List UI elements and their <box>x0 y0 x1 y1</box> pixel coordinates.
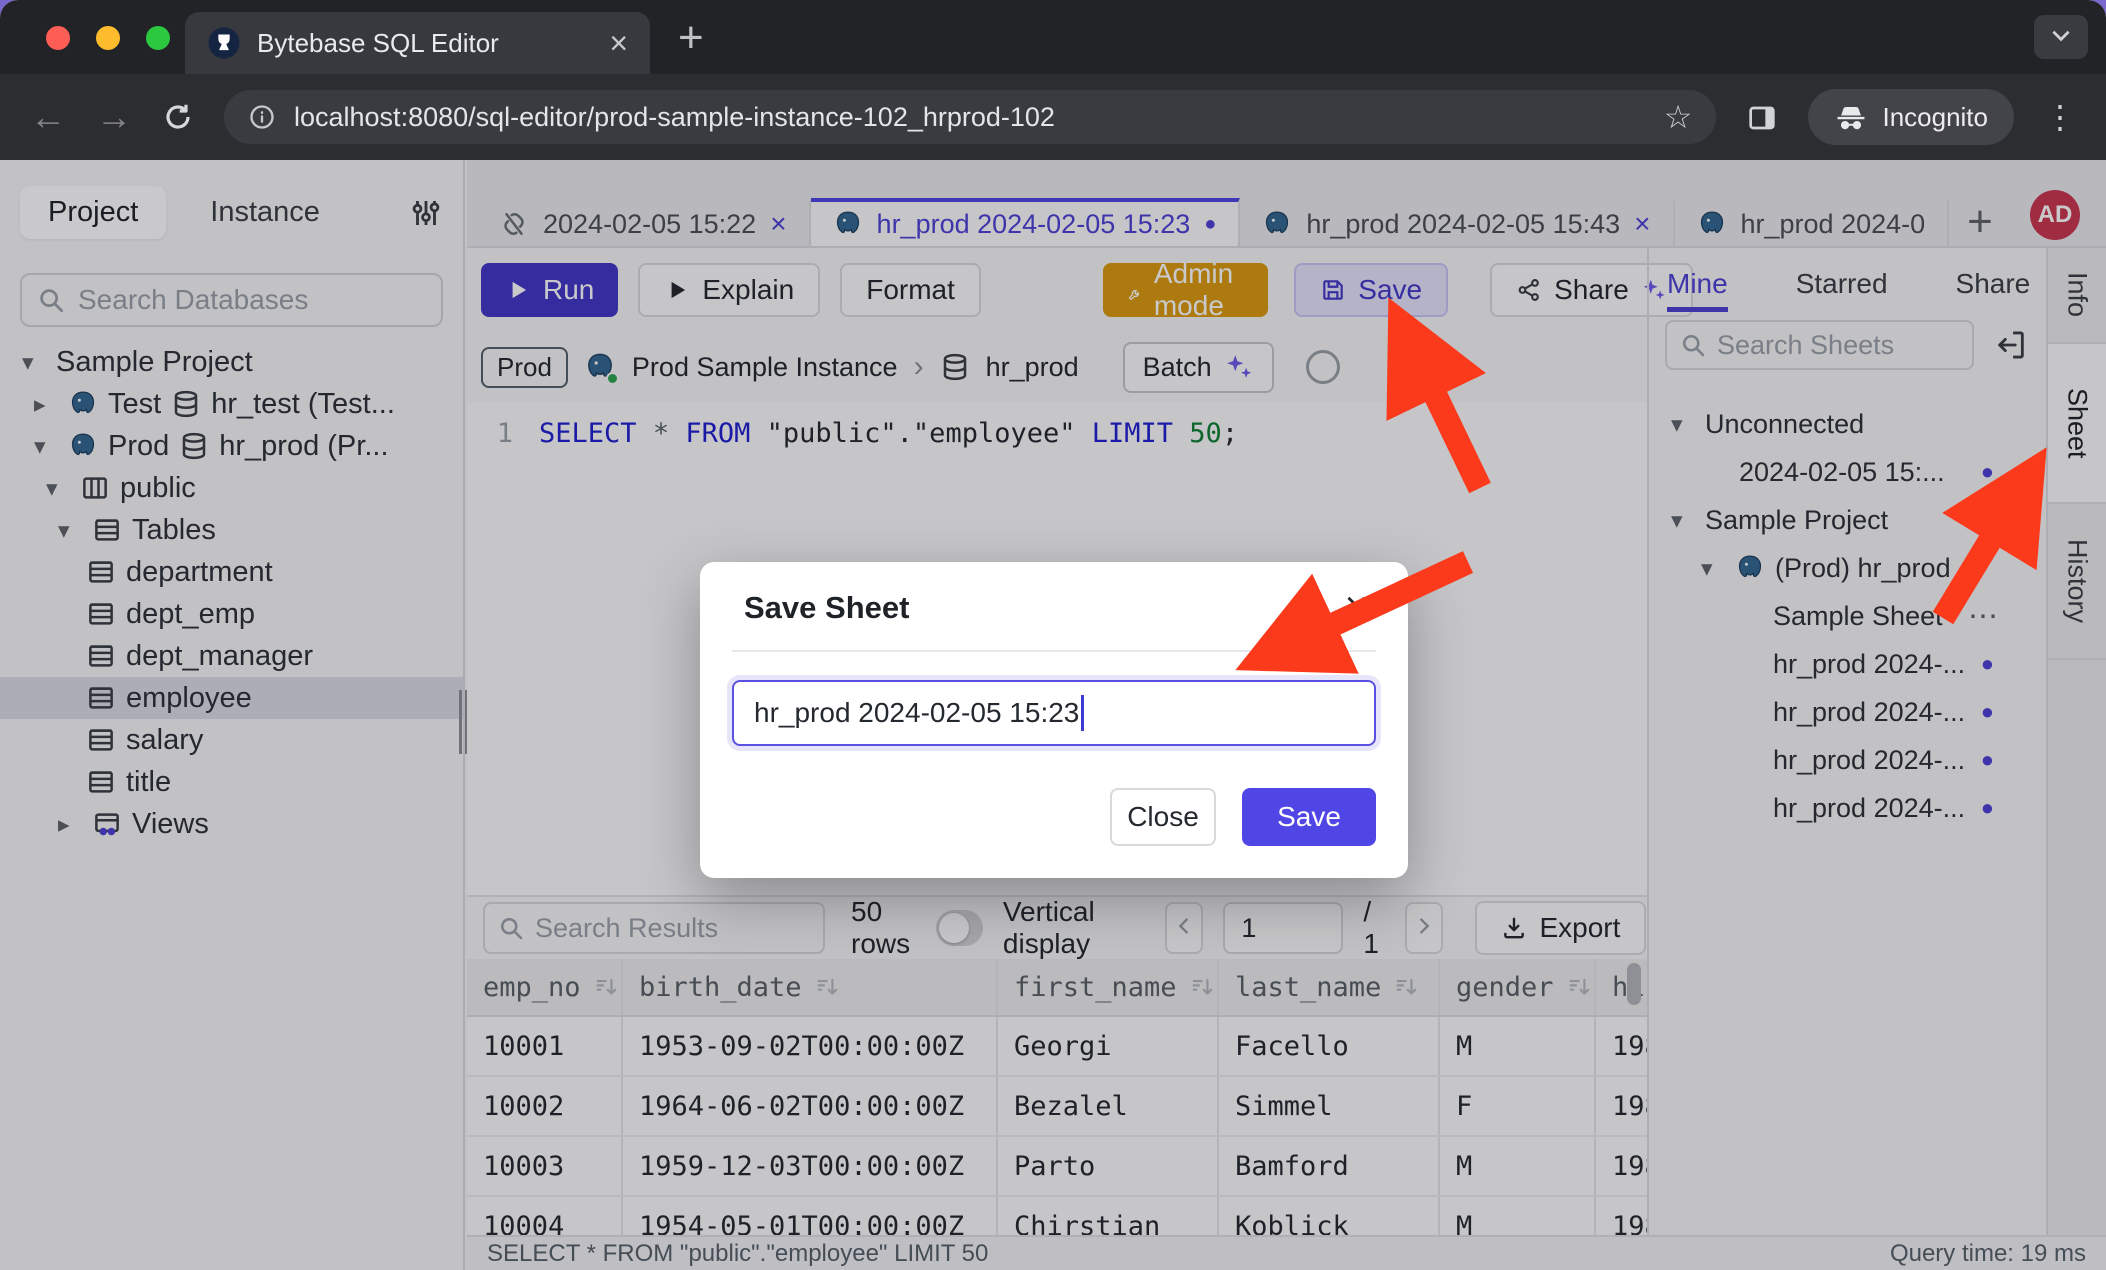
incognito-label: Incognito <box>1882 102 1988 133</box>
dialog-title: Save Sheet <box>744 590 909 626</box>
browser-menu-icon[interactable]: ⋮ <box>2044 98 2076 136</box>
chevron-down-icon <box>2048 22 2074 53</box>
browser-toolbar: ← → localhost:8080/sql-editor/prod-sampl… <box>0 74 2106 160</box>
browser-tab[interactable]: Bytebase SQL Editor × <box>185 12 650 74</box>
new-tab-button[interactable]: + <box>678 16 704 60</box>
bookmark-star-icon[interactable]: ☆ <box>1664 98 1693 136</box>
browser-tab-title: Bytebase SQL Editor <box>257 28 593 59</box>
sheet-name-input[interactable]: hr_prod 2024-02-05 15:23 <box>732 680 1376 746</box>
forward-button[interactable]: → <box>96 99 132 135</box>
incognito-badge: Incognito <box>1808 89 2014 145</box>
back-button[interactable]: ← <box>30 99 66 135</box>
save-sheet-dialog: Save Sheet × hr_prod 2024-02-05 15:23 Cl… <box>700 562 1408 878</box>
tab-search-button[interactable] <box>2034 15 2088 59</box>
window-controls <box>46 26 170 50</box>
bytebase-favicon <box>207 26 241 60</box>
dialog-divider <box>732 650 1376 652</box>
browser-tabstrip: Bytebase SQL Editor × + <box>0 0 2106 74</box>
side-panel-icon[interactable] <box>1746 102 1778 132</box>
address-bar[interactable]: localhost:8080/sql-editor/prod-sample-in… <box>224 90 1716 144</box>
dialog-close-icon[interactable]: × <box>1345 586 1368 626</box>
dialog-save-button[interactable]: Save <box>1242 788 1376 846</box>
browser-window: Bytebase SQL Editor × + ← → localhost:80… <box>0 0 2106 1270</box>
text-caret <box>1081 695 1084 731</box>
url-text[interactable]: localhost:8080/sql-editor/prod-sample-in… <box>294 102 1646 133</box>
close-tab-icon[interactable]: × <box>609 27 628 59</box>
site-info-icon[interactable] <box>248 103 276 131</box>
zoom-window-button[interactable] <box>146 26 170 50</box>
minimize-window-button[interactable] <box>96 26 120 50</box>
reload-button[interactable] <box>162 101 194 133</box>
bytebase-app: Project Instance ▾Sample Project▸Testhr_… <box>0 160 2106 1270</box>
incognito-icon <box>1834 102 1868 132</box>
dialog-close-button[interactable]: Close <box>1110 788 1216 846</box>
close-window-button[interactable] <box>46 26 70 50</box>
